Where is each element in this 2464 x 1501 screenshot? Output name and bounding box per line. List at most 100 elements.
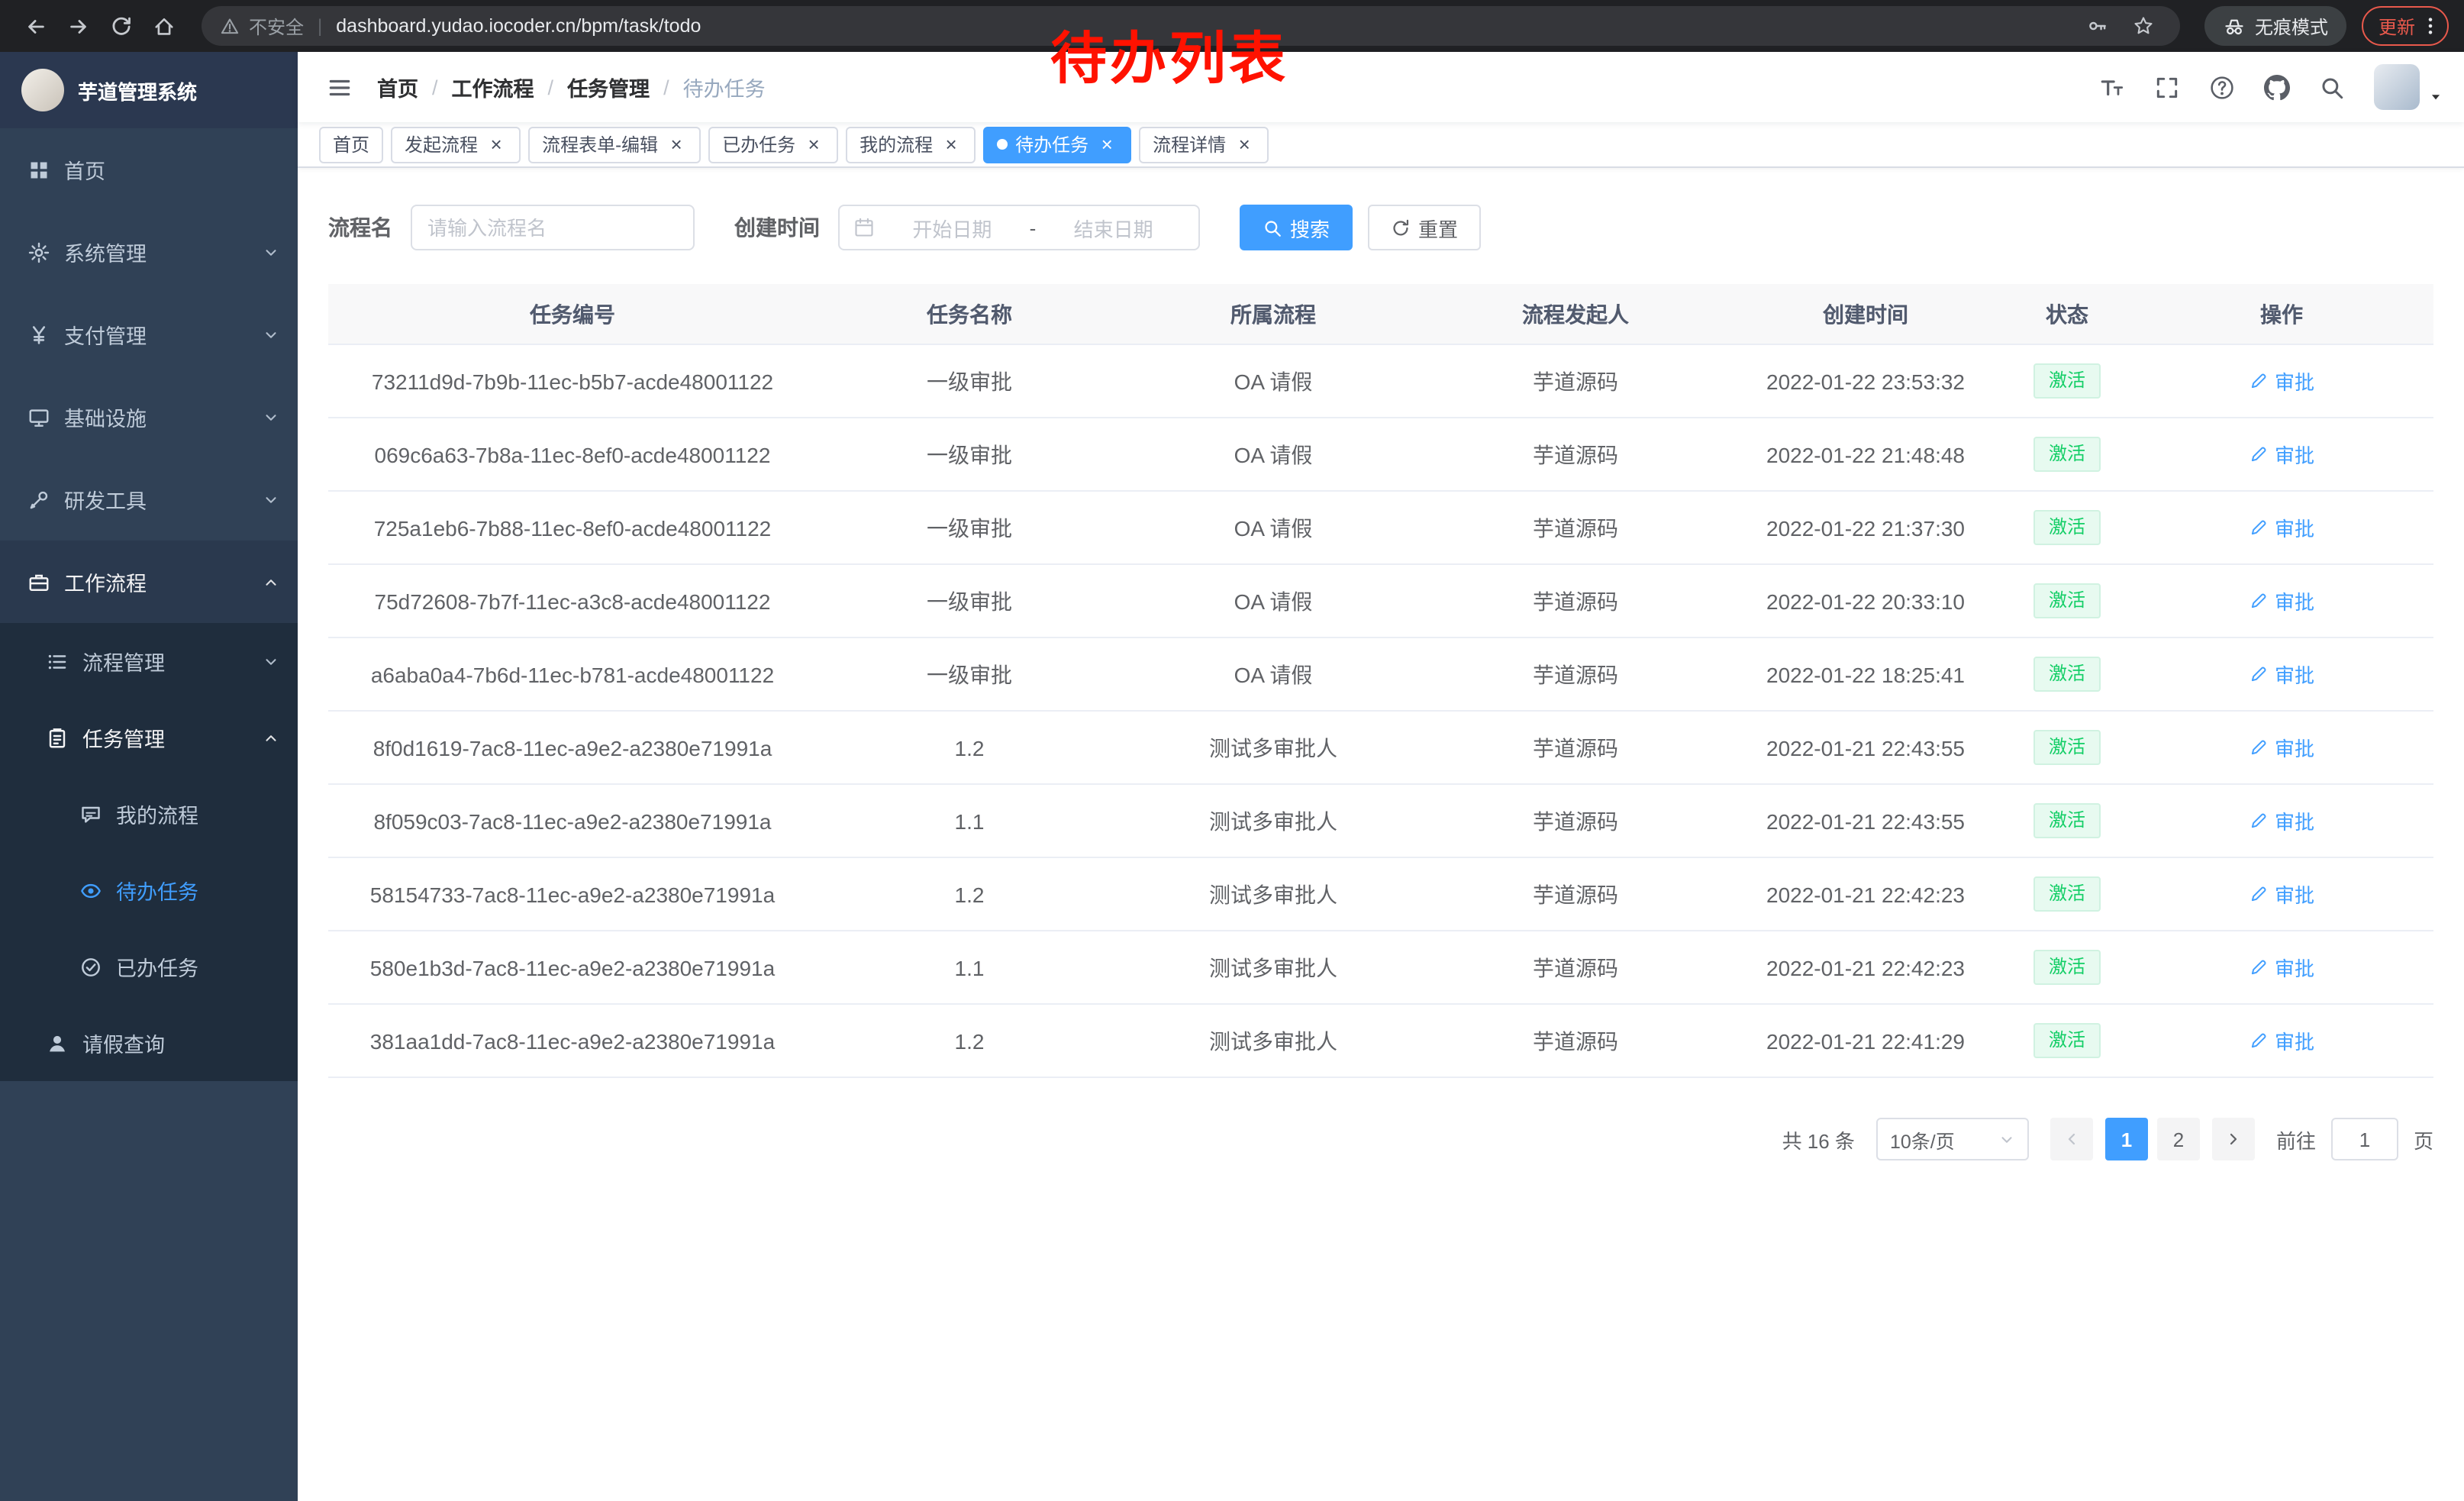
cell-status: 激活 [2004, 437, 2130, 472]
tab-close-icon[interactable]: × [940, 134, 962, 155]
fullscreen-button[interactable] [2145, 66, 2188, 108]
sidebar-toggle-button[interactable] [319, 67, 359, 107]
sidebar-item-my-process[interactable]: 我的流程 [0, 776, 298, 852]
sidebar-item-label: 流程管理 [82, 646, 249, 676]
approve-button[interactable]: 审批 [2249, 953, 2314, 982]
approve-button[interactable]: 审批 [2249, 513, 2314, 542]
approve-button[interactable]: 审批 [2249, 1026, 2314, 1055]
approve-button[interactable]: 审批 [2249, 806, 2314, 835]
cell-status: 激活 [2004, 363, 2130, 399]
tab-close-icon[interactable]: × [803, 134, 824, 155]
cell-status: 激活 [2004, 510, 2130, 545]
approve-button[interactable]: 审批 [2249, 366, 2314, 395]
chevron-down-icon [263, 244, 279, 260]
cell-created: 2022-01-22 21:37:30 [1727, 515, 2004, 540]
cell-id: a6aba0a4-7b6d-11ec-b781-acde48001122 [328, 662, 817, 686]
sidebar-item-todo-task[interactable]: 待办任务 [0, 852, 298, 928]
breadcrumb-item[interactable]: 任务管理 [567, 72, 650, 102]
calendar-icon [853, 217, 875, 238]
github-icon [2263, 74, 2289, 100]
sidebar-item-task-mgmt[interactable]: 任务管理 [0, 699, 298, 776]
tab-close-icon[interactable]: × [1096, 134, 1118, 155]
page-size-select[interactable]: 10条/页 [1876, 1118, 2029, 1160]
page-number-button[interactable]: 2 [2157, 1118, 2200, 1160]
tab-close-icon[interactable]: × [666, 134, 687, 155]
cell-name: 1.1 [817, 809, 1122, 833]
sidebar-item-system[interactable]: 系统管理 [0, 211, 298, 293]
tab-todo-task[interactable]: 待办任务 × [983, 126, 1131, 163]
chevron-up-icon [263, 729, 279, 746]
update-label: 更新 [2379, 13, 2415, 39]
sidebar-item-label: 我的流程 [116, 799, 279, 829]
approve-button[interactable]: 审批 [2249, 733, 2314, 762]
tab-home[interactable]: 首页 [319, 126, 383, 163]
chevron-right-icon [2224, 1130, 2243, 1148]
browser-reload-button[interactable] [101, 6, 140, 46]
approve-button[interactable]: 审批 [2249, 660, 2314, 689]
sidebar-item-label: 请假查询 [82, 1028, 279, 1058]
column-header: 创建时间 [1727, 299, 2004, 329]
reset-button[interactable]: 重置 [1368, 205, 1481, 250]
cell-name: 1.2 [817, 882, 1122, 906]
search-button[interactable]: 搜索 [1240, 205, 1353, 250]
breadcrumb: 首页/工作流程/任务管理/待办任务 [377, 72, 766, 102]
font-size-button[interactable] [2090, 66, 2133, 108]
sidebar-item-label: 基础设施 [64, 402, 249, 432]
next-page-button[interactable] [2212, 1118, 2255, 1160]
search-button[interactable] [2310, 66, 2353, 108]
clipboard-icon [46, 726, 69, 749]
sidebar-item-home[interactable]: 首页 [0, 128, 298, 211]
breadcrumb-item[interactable]: 工作流程 [452, 72, 534, 102]
avatar[interactable] [2374, 64, 2420, 110]
password-manager-button[interactable] [2079, 8, 2116, 44]
cell-name: 一级审批 [817, 586, 1122, 616]
tab-form-edit[interactable]: 流程表单-编辑 × [528, 126, 701, 163]
pagination: 共 16 条 10条/页 12 前往 页 [328, 1118, 2433, 1160]
app-logo[interactable]: 芋道管理系统 [0, 52, 298, 128]
process-name-input[interactable] [411, 205, 695, 250]
goto-page-input[interactable] [2331, 1118, 2398, 1160]
tab-done-task[interactable]: 已办任务 × [708, 126, 838, 163]
tab-process-detail[interactable]: 流程详情 × [1139, 126, 1269, 163]
sidebar-item-workflow[interactable]: 工作流程 [0, 541, 298, 623]
cell-name: 一级审批 [817, 659, 1122, 689]
tab-start-process[interactable]: 发起流程 × [391, 126, 521, 163]
question-button[interactable] [2200, 66, 2243, 108]
cell-created: 2022-01-22 23:53:32 [1727, 369, 2004, 393]
github-button[interactable] [2255, 66, 2298, 108]
sidebar-item-done-task[interactable]: 已办任务 [0, 928, 298, 1005]
sidebar-item-devtools[interactable]: 研发工具 [0, 458, 298, 541]
sidebar-item-leave-query[interactable]: 请假查询 [0, 1005, 298, 1081]
tab-my-process[interactable]: 我的流程 × [846, 126, 976, 163]
date-range-picker[interactable]: 开始日期 - 结束日期 [838, 205, 1200, 250]
sidebar-item-infra[interactable]: 基础设施 [0, 376, 298, 458]
bookmark-button[interactable] [2125, 8, 2162, 44]
cell-action: 审批 [2130, 440, 2433, 469]
approve-button[interactable]: 审批 [2249, 880, 2314, 909]
cell-process: OA 请假 [1122, 366, 1424, 396]
cell-process: 测试多审批人 [1122, 879, 1424, 909]
pagination-total: 共 16 条 [1782, 1125, 1855, 1154]
browser-forward-button[interactable] [58, 6, 98, 46]
approve-button[interactable]: 审批 [2249, 586, 2314, 615]
star-icon [2133, 15, 2154, 37]
cell-action: 审批 [2130, 586, 2433, 615]
cell-name: 1.2 [817, 1028, 1122, 1053]
search-icon [2318, 74, 2344, 100]
tab-close-icon[interactable]: × [1234, 134, 1255, 155]
breadcrumb-item[interactable]: 首页 [377, 72, 418, 102]
edit-icon [2249, 444, 2269, 464]
tab-close-icon[interactable]: × [485, 134, 507, 155]
sidebar-item-payment[interactable]: 支付管理 [0, 293, 298, 376]
sidebar-item-process-mgmt[interactable]: 流程管理 [0, 623, 298, 699]
prev-page-button[interactable] [2050, 1118, 2093, 1160]
browser-update-button[interactable]: 更新 [2362, 6, 2449, 46]
search-icon [1263, 218, 1282, 237]
browser-home-button[interactable] [144, 6, 183, 46]
approve-button[interactable]: 审批 [2249, 440, 2314, 469]
fullscreen-icon [2153, 74, 2179, 100]
page-number-button[interactable]: 1 [2105, 1118, 2148, 1160]
browser-back-button[interactable] [15, 6, 55, 46]
sidebar: 芋道管理系统 首页 系统管理 支付管理 基础设施 研发工具 [0, 52, 298, 1501]
briefcase-icon [27, 570, 50, 593]
